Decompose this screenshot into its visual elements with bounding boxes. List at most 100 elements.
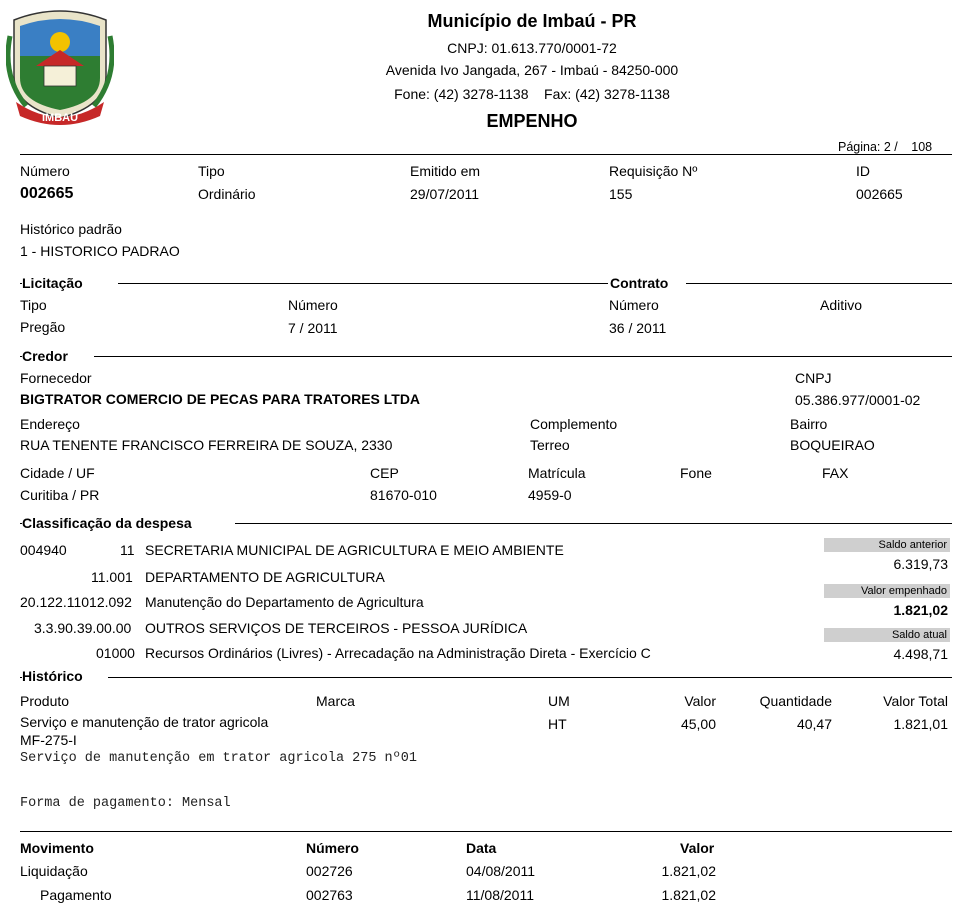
classificacao-rule — [235, 523, 952, 524]
historico-padrao-value: 1 - HISTORICO PADRAO — [20, 243, 180, 259]
despesa-code-elemento: 3.3.90.39.00.00 — [34, 620, 132, 636]
fax-label: FAX — [822, 465, 849, 481]
licitacao-tipo-label: Tipo — [20, 297, 47, 313]
fornecedor-cnpj: 05.386.977/0001-02 — [795, 392, 921, 408]
item-valor-total: 1.821,01 — [893, 716, 949, 732]
municipality-name: Município de Imbaú - PR — [427, 11, 637, 31]
movimentos-divider — [20, 831, 952, 832]
page-indicator: Página: 2 / 108 — [838, 140, 932, 154]
fone-label: Fone — [680, 465, 712, 481]
saldo-atual-label: Saldo atual — [824, 628, 950, 642]
licitacao-title: Licitação — [22, 275, 85, 291]
fornecedor-name: BIGTRATOR COMERCIO DE PECAS PARA TRATORE… — [20, 391, 421, 407]
contrato-numero-label: Número — [609, 297, 659, 313]
contrato-numero: 36 / 2011 — [609, 320, 667, 336]
saldo-anterior-label: Saldo anterior — [824, 538, 950, 552]
despesa-desc-unidade: DEPARTAMENTO DE AGRICULTURA — [145, 569, 385, 585]
mov-row-movimento: Pagamento — [40, 887, 112, 903]
col-quantidade: Quantidade — [759, 693, 832, 709]
empenho-emitido: 29/07/2011 — [410, 186, 480, 202]
mov-row-numero: 002763 — [306, 887, 353, 903]
col-marca: Marca — [316, 693, 355, 709]
contrato-aditivo-label: Aditivo — [820, 297, 863, 313]
saldo-anterior-value: 6.319,73 — [893, 556, 949, 572]
cidade-label: Cidade / UF — [20, 465, 95, 481]
mov-row-movimento: Liquidação — [20, 863, 88, 879]
cnpj-label: CNPJ — [795, 370, 832, 386]
mov-row-valor: 1.821,02 — [661, 863, 717, 879]
credor-title: Credor — [22, 348, 70, 364]
mov-row-data: 04/08/2011 — [466, 863, 536, 879]
municipality-phones: Fone: (42) 3278-1138 Fax: (42) 3278-1138 — [394, 86, 670, 102]
despesa-desc-orgao: SECRETARIA MUNICIPAL DE AGRICULTURA E ME… — [145, 542, 564, 558]
despesa-desc-recurso: Recursos Ordinários (Livres) - Arrecadaç… — [145, 645, 651, 661]
licitacao-numero: 7 / 2011 — [288, 320, 338, 336]
saldo-atual-value: 4.498,71 — [893, 646, 949, 662]
cep-value: 81670-010 — [370, 487, 437, 503]
empenho-id: 002665 — [856, 186, 903, 202]
municipality-cnpj: CNPJ: 01.613.770/0001-72 — [447, 40, 617, 56]
classificacao-title: Classificação da despesa — [22, 515, 194, 531]
document-title: EMPENHO — [486, 111, 578, 131]
complemento-label: Complemento — [530, 416, 618, 432]
endereco-label: Endereço — [20, 416, 80, 432]
despesa-code-unidade: 11.001 — [91, 569, 133, 585]
matricula-value: 4959-0 — [528, 487, 572, 503]
item-produto-code: MF-275-I — [20, 732, 77, 748]
mov-col-movimento: Movimento — [20, 840, 94, 856]
despesa-desc-elemento: OUTROS SERVIÇOS DE TERCEIROS - PESSOA JU… — [145, 620, 528, 636]
empenho-requisicao: 155 — [609, 186, 633, 202]
item-valor: 45,00 — [680, 716, 716, 732]
matricula-label: Matrícula — [528, 465, 586, 481]
item-produto: Serviço e manutenção de trator agricola — [20, 714, 269, 730]
cidade-value: Curitiba / PR — [20, 487, 100, 503]
mov-col-numero: Número — [306, 840, 359, 856]
despesa-code-orgao: 004940 — [20, 542, 67, 558]
page-label: Página: 2 / — [838, 140, 898, 154]
despesa-desc-acao: Manutenção do Departamento de Agricultur… — [145, 594, 424, 610]
empenho-numero: 002665 — [20, 185, 74, 202]
empenho-tipo: Ordinário — [198, 186, 256, 202]
col-valor-total: Valor Total — [883, 693, 948, 709]
header-divider — [20, 154, 952, 155]
forma-pagamento: Forma de pagamento: Mensal — [20, 796, 231, 811]
despesa-code-acao: 20.122.11012.092 — [20, 594, 132, 610]
tipo-label: Tipo — [198, 163, 225, 179]
contrato-title: Contrato — [610, 275, 669, 291]
item-descricao: Serviço de manutenção em trator agricola… — [20, 751, 417, 766]
cep-label: CEP — [370, 465, 399, 481]
despesa-sub-orgao: 11 — [120, 542, 135, 558]
bairro-value: BOQUEIRAO — [790, 437, 875, 453]
despesa-code-recurso: 01000 — [96, 645, 135, 661]
licitacao-rule — [118, 283, 608, 284]
endereco-value: RUA TENENTE FRANCISCO FERREIRA DE SOUZA,… — [20, 437, 393, 453]
numero-label: Número — [20, 163, 70, 179]
mov-row-data: 11/08/2011 — [466, 887, 534, 903]
col-valor: Valor — [684, 693, 716, 709]
col-um: UM — [548, 693, 570, 709]
historico-title: Histórico — [22, 668, 85, 684]
emitido-label: Emitido em — [410, 163, 481, 179]
col-produto: Produto — [20, 693, 70, 709]
licitacao-tipo: Pregão — [20, 319, 66, 335]
contrato-rule — [686, 283, 952, 284]
bairro-label: Bairro — [790, 416, 828, 432]
credor-rule — [94, 356, 952, 357]
mov-row-numero: 002726 — [306, 863, 353, 879]
mov-col-valor: Valor — [680, 840, 715, 856]
requisicao-label: Requisição Nº — [609, 163, 698, 179]
item-quantidade: 40,47 — [796, 716, 832, 732]
municipality-address: Avenida Ivo Jangada, 267 - Imbaú - 84250… — [385, 62, 679, 78]
valor-empenhado-value: 1.821,02 — [893, 602, 949, 618]
page-total: 108 — [911, 140, 933, 154]
item-um: HT — [548, 716, 567, 732]
valor-empenhado-label: Valor empenhado — [824, 584, 950, 598]
mov-row-valor: 1.821,02 — [661, 887, 717, 903]
historico-rule — [108, 677, 952, 678]
historico-padrao-label: Histórico padrão — [20, 221, 122, 237]
id-label: ID — [856, 163, 870, 179]
licitacao-numero-label: Número — [288, 297, 338, 313]
complemento-value: Terreo — [530, 437, 570, 453]
fornecedor-label: Fornecedor — [20, 370, 92, 386]
mov-col-data: Data — [466, 840, 497, 856]
